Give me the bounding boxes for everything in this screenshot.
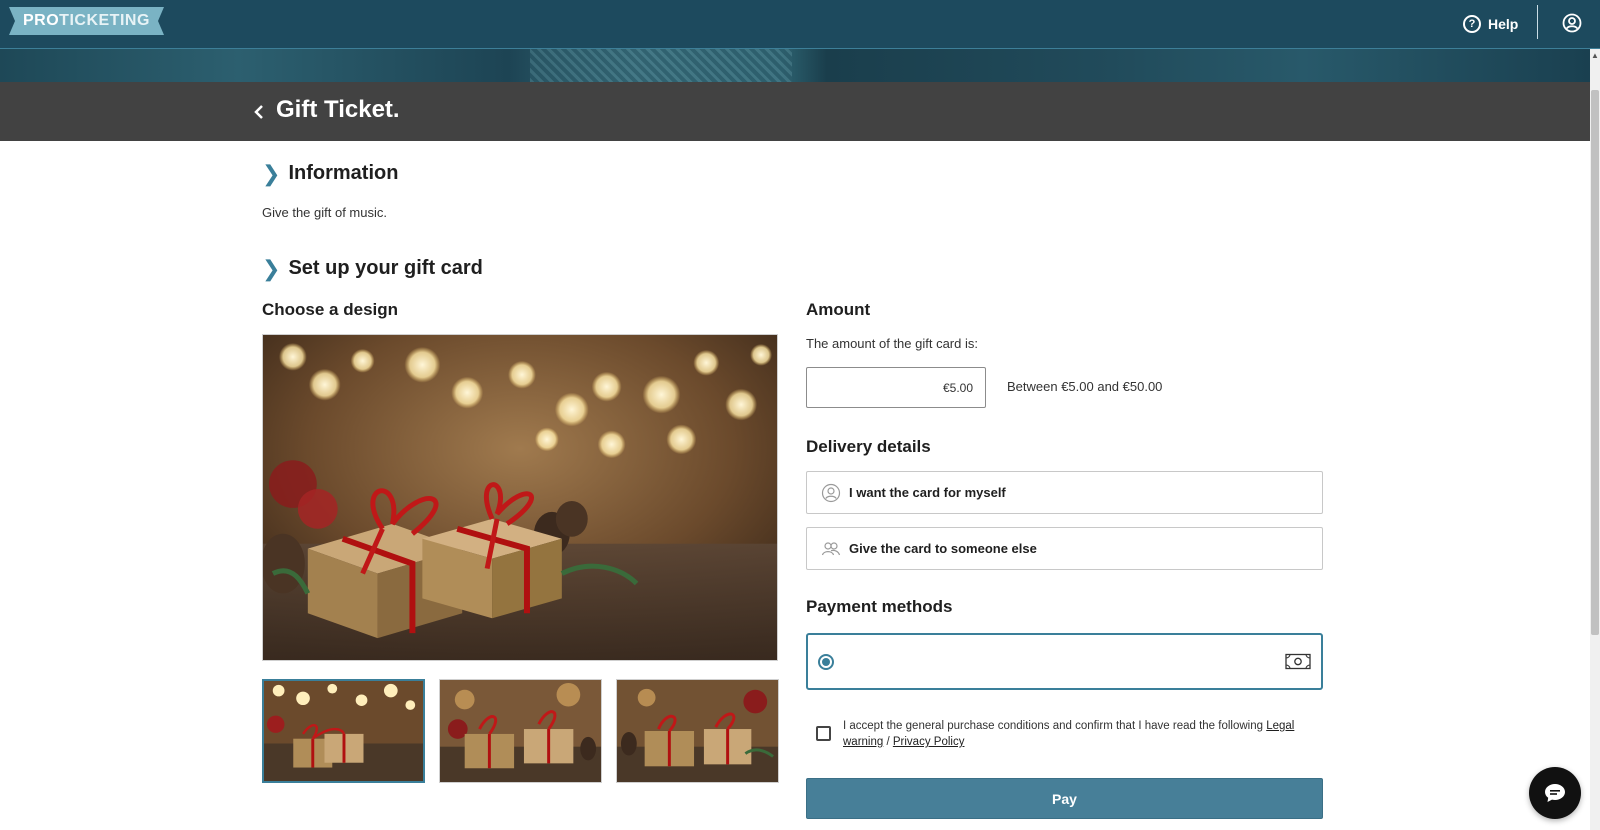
chat-button[interactable]: [1529, 767, 1581, 819]
terms-checkbox[interactable]: [816, 726, 831, 741]
delivery-option-someone-else-label: Give the card to someone else: [849, 541, 1037, 556]
logo-ticketing-text: TICKETING: [59, 12, 150, 29]
cash-icon: [1285, 653, 1311, 670]
chevron-left-icon[interactable]: [252, 102, 266, 122]
information-heading: ❯ Information: [262, 162, 398, 185]
logo-pro-text: PRO: [23, 12, 60, 29]
gift-boxes-image: [263, 335, 777, 660]
amount-heading: Amount: [806, 300, 871, 319]
help-label: Help: [1488, 16, 1519, 32]
gift-boxes-thumbnail-image: [440, 680, 601, 782]
page-title-bar: Gift Ticket.: [0, 82, 1590, 141]
terms-statement: I accept the general purchase conditions…: [843, 720, 1267, 732]
design-thumbnail-1[interactable]: [262, 679, 425, 783]
setup-heading-text: Set up your gift card: [288, 257, 483, 279]
chat-bubble-icon: [1545, 784, 1565, 802]
privacy-policy-link[interactable]: Privacy Policy: [893, 736, 965, 748]
user-circle-icon[interactable]: [1562, 13, 1582, 33]
scroll-up-arrow-icon[interactable]: ▲: [1591, 52, 1599, 60]
information-heading-text: Information: [288, 162, 399, 184]
delivery-option-myself[interactable]: I want the card for myself: [806, 471, 1323, 514]
chevron-right-icon: ❯: [262, 160, 281, 186]
design-thumbnail-2[interactable]: [439, 679, 602, 783]
banner-texture: [530, 49, 792, 82]
hero-banner-strip: [0, 49, 1590, 82]
terms-text: I accept the general purchase conditions…: [843, 718, 1323, 750]
top-navbar: PROTICKETING ? Help: [0, 0, 1600, 49]
delivery-option-myself-label: I want the card for myself: [849, 485, 1006, 500]
selected-design-image: [262, 334, 778, 661]
pay-button[interactable]: Pay: [806, 778, 1323, 819]
page-title: Gift Ticket.: [276, 96, 400, 123]
terms-separator: /: [883, 736, 893, 748]
design-thumbnail-3[interactable]: [616, 679, 779, 783]
amount-input[interactable]: [806, 367, 986, 408]
users-icon: [821, 541, 841, 555]
chevron-right-icon: ❯: [262, 255, 281, 281]
gift-boxes-thumbnail-image: [264, 681, 423, 781]
help-link[interactable]: ? Help: [1463, 12, 1518, 36]
navbar-divider: [1537, 5, 1538, 39]
choose-design-heading: Choose a design: [262, 300, 399, 319]
payment-method-option[interactable]: [806, 633, 1323, 690]
payment-heading: Payment methods: [806, 597, 953, 616]
setup-heading: ❯ Set up your gift card: [262, 257, 483, 280]
gift-boxes-thumbnail-image: [617, 680, 778, 782]
user-circle-icon: [821, 483, 841, 502]
page-scrollbar-thumb[interactable]: [1591, 90, 1599, 635]
delivery-option-someone-else[interactable]: Give the card to someone else: [806, 527, 1323, 570]
payment-method-radio[interactable]: [818, 654, 834, 670]
question-circle-icon: ?: [1463, 15, 1481, 33]
delivery-heading: Delivery details: [806, 437, 931, 456]
amount-range-hint: Between €5.00 and €50.00: [1007, 379, 1163, 394]
amount-label: The amount of the gift card is:: [806, 336, 978, 351]
information-description: Give the gift of music.: [262, 205, 387, 220]
proticketing-logo[interactable]: PROTICKETING: [9, 7, 164, 35]
